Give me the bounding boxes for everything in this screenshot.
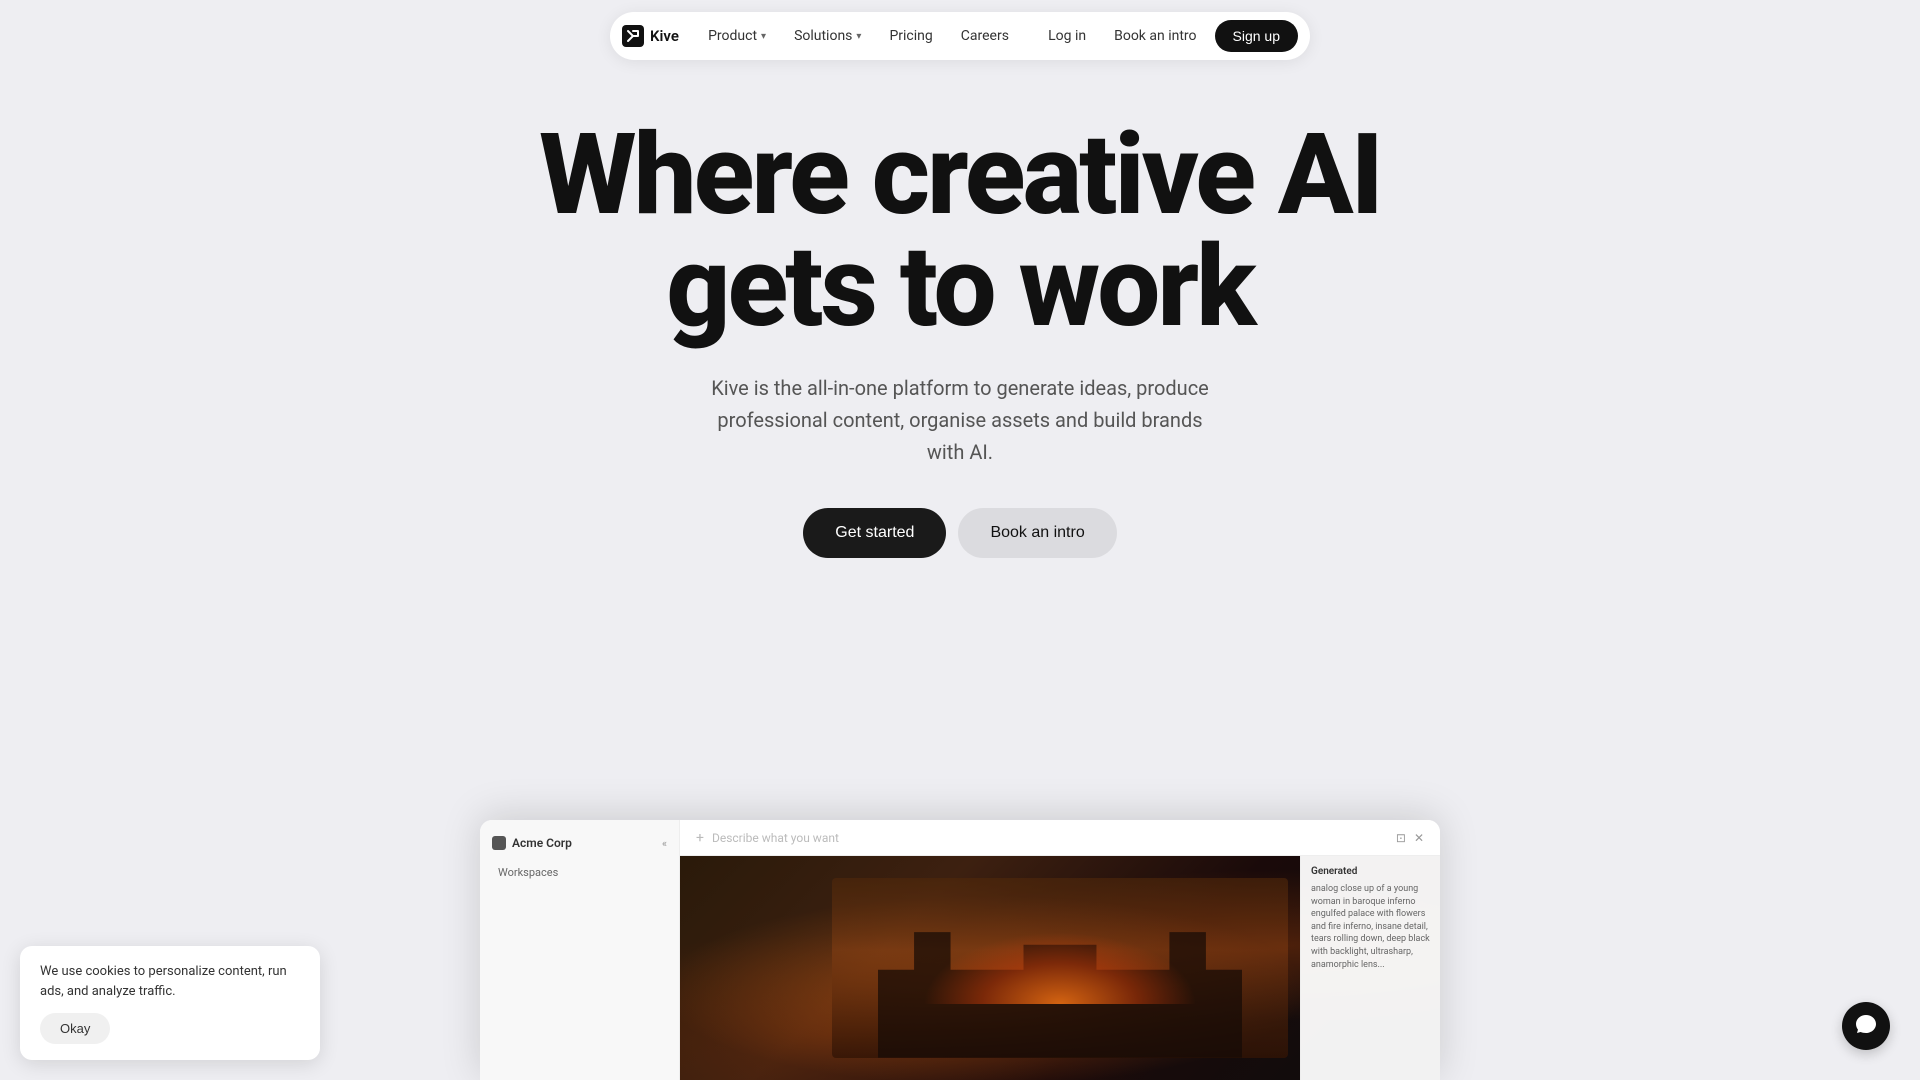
- cookie-okay-button[interactable]: Okay: [40, 1013, 110, 1044]
- preview-sidebar-header: Acme Corp «: [492, 832, 667, 854]
- generated-panel: Generated analog close up of a young wom…: [1300, 856, 1440, 1080]
- preview-sidebar: Acme Corp « Workspaces: [480, 820, 680, 1080]
- workspace-icon: [492, 836, 506, 850]
- get-started-button[interactable]: Get started: [803, 508, 946, 558]
- navbar: Kive Product ▾ Solutions ▾ Pricing Caree…: [610, 12, 1310, 60]
- add-icon: +: [696, 830, 704, 846]
- toolbar-placeholder[interactable]: Describe what you want: [712, 831, 839, 845]
- nav-careers[interactable]: Careers: [949, 22, 1021, 50]
- hero-subtitle: Kive is the all-in-one platform to gener…: [700, 372, 1220, 468]
- preview-toolbar: + Describe what you want ⊡ ✕: [680, 820, 1440, 856]
- fire-effect: [923, 932, 1197, 1004]
- cookie-text: We use cookies to personalize content, r…: [40, 962, 300, 1001]
- login-button[interactable]: Log in: [1038, 22, 1096, 50]
- logo-icon: [622, 25, 644, 47]
- hero-buttons: Get started Book an intro: [803, 508, 1116, 558]
- more-icon[interactable]: ✕: [1414, 831, 1424, 845]
- logo[interactable]: Kive: [622, 25, 679, 47]
- app-preview: Acme Corp « Workspaces + Describe what y…: [480, 820, 1440, 1080]
- logo-text: Kive: [650, 27, 679, 45]
- generated-text: analog close up of a young woman in baro…: [1311, 883, 1430, 971]
- chevron-down-icon: ▾: [761, 31, 766, 42]
- nav-pricing[interactable]: Pricing: [877, 22, 944, 50]
- nav-product[interactable]: Product ▾: [696, 22, 778, 50]
- nav-links: Product ▾ Solutions ▾ Pricing Careers: [696, 22, 1021, 50]
- workspace-name: Acme Corp: [492, 836, 572, 850]
- hero-section: Where creative AI gets to work Kive is t…: [0, 0, 1920, 558]
- generated-label: Generated: [1311, 866, 1430, 877]
- nav-actions: Log in Book an intro Sign up: [1038, 20, 1298, 52]
- hero-title: Where creative AI gets to work: [539, 120, 1381, 344]
- signup-button[interactable]: Sign up: [1215, 20, 1298, 52]
- book-intro-button[interactable]: Book an intro: [1104, 22, 1206, 50]
- chat-icon: [1855, 1013, 1877, 1040]
- chevron-down-icon: ▾: [856, 31, 861, 42]
- preview-image: Generated analog close up of a young wom…: [680, 856, 1440, 1080]
- preview-main: + Describe what you want ⊡ ✕ Generated a…: [680, 820, 1440, 1080]
- sidebar-item: Workspaces: [492, 862, 667, 883]
- collapse-icon[interactable]: «: [662, 837, 667, 850]
- cookie-banner: We use cookies to personalize content, r…: [20, 946, 320, 1060]
- expand-icon[interactable]: ⊡: [1396, 831, 1406, 845]
- nav-solutions[interactable]: Solutions ▾: [782, 22, 873, 50]
- chat-button[interactable]: [1842, 1002, 1890, 1050]
- book-intro-hero-button[interactable]: Book an intro: [958, 508, 1116, 558]
